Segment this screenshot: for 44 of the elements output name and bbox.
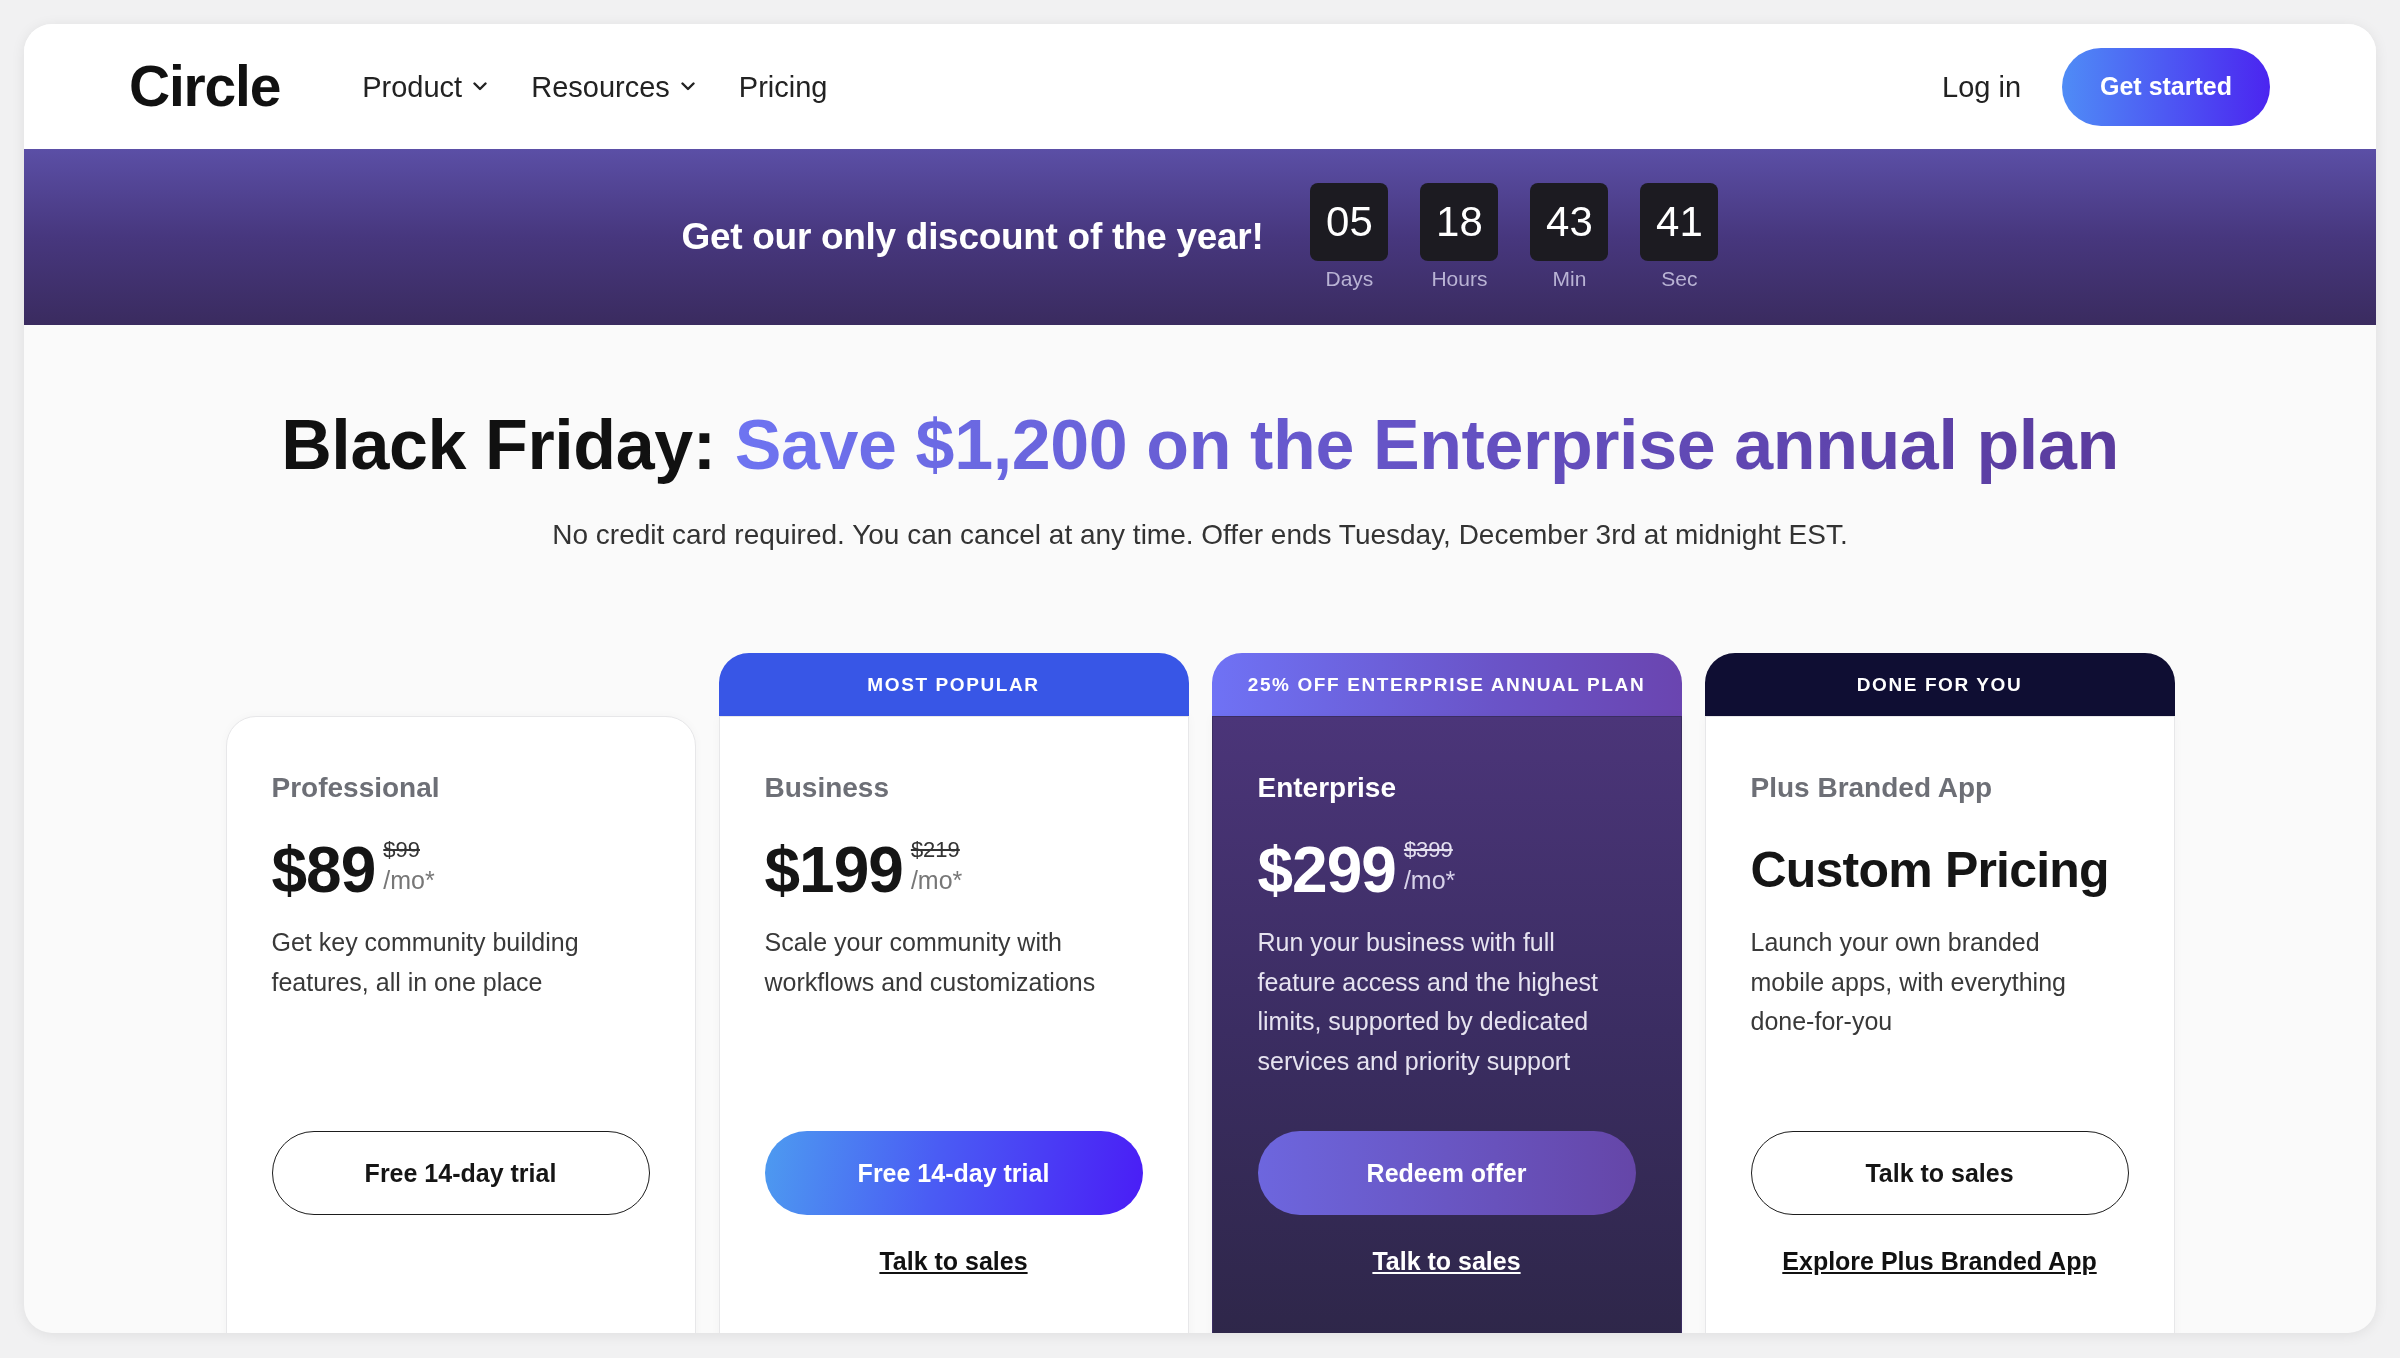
plan-link[interactable]: Talk to sales <box>879 1244 1028 1278</box>
price-period: /mo* <box>383 865 435 895</box>
nav-dropdown[interactable]: Resources <box>531 68 695 105</box>
plan-ribbon: DONE FOR YOU <box>1704 653 2175 716</box>
plan-description: Launch your own branded mobile apps, with everything done-for-you <box>1750 927 2067 1037</box>
custom-pricing-heading: Custom Pricing <box>1750 841 2109 900</box>
plan-price: $89 <box>271 838 376 902</box>
login-link[interactable]: Log in <box>1942 68 2021 105</box>
original-price: $399 <box>1403 838 1453 862</box>
countdown-value: 43 <box>1530 183 1609 261</box>
countdown-value: 05 <box>1310 183 1389 261</box>
countdown-value: 41 <box>1640 183 1719 261</box>
plan-cta-button[interactable]: Redeem offer <box>1257 1131 1636 1215</box>
plan-cta-button[interactable]: Free 14-day trial <box>764 1131 1143 1215</box>
plan-link[interactable]: Explore Plus Branded App <box>1782 1244 2097 1278</box>
plan-name: Enterprise <box>1257 771 1396 805</box>
original-price: $219 <box>910 838 960 862</box>
price-period: /mo* <box>1403 865 1456 895</box>
plan-description: Scale your community with workflows and customizations <box>764 927 1097 998</box>
plan-description: Get key community building features, all in one place <box>271 927 580 998</box>
countdown-unit: Sec <box>1661 267 1698 291</box>
logo[interactable]: Circle <box>129 58 281 115</box>
plan-ribbon: 25% OFF ENTERPRISE ANNUAL PLAN <box>1211 653 1682 716</box>
plan-name: Business <box>764 771 889 805</box>
promo-message: Get our only discount of the year! <box>681 216 1264 258</box>
countdown-value: 18 <box>1420 183 1499 261</box>
get-started-button[interactable]: Get started <box>2062 47 2270 126</box>
nav-dropdown[interactable]: Product <box>362 68 488 105</box>
plan-cta-button[interactable]: Talk to sales <box>1750 1131 2129 1215</box>
nav-link[interactable]: Pricing <box>738 68 828 105</box>
plan-ribbon: MOST POPULAR <box>718 653 1189 716</box>
plan-price: $199 <box>764 838 903 902</box>
plan-link[interactable]: Talk to sales <box>1372 1244 1521 1278</box>
plan-price: $299 <box>1257 838 1396 902</box>
price-period: /mo* <box>910 865 963 895</box>
original-price: $99 <box>383 838 420 862</box>
countdown-unit: Min <box>1552 267 1587 291</box>
countdown-unit: Days <box>1325 267 1374 291</box>
plan-name: Professional <box>271 771 440 805</box>
plan-description: Run your business with full feature access and the highest limits, supported by dedicated services and priority support <box>1257 927 1599 1077</box>
plan-cta-button[interactable]: Free 14-day trial <box>271 1131 650 1215</box>
countdown-unit: Hours <box>1431 267 1488 291</box>
plan-name: Plus Branded App <box>1750 771 1993 805</box>
page-subtitle: No credit card required. You can cancel at any time. Offer ends Tuesday, December 3rd at midnight EST. <box>552 518 1848 552</box>
